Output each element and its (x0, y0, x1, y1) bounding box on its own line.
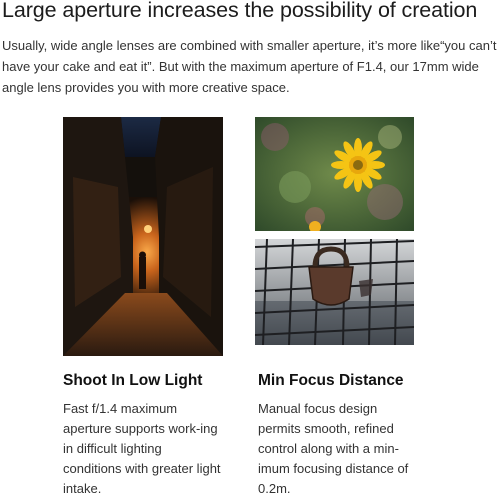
page-headline: Large aperture increases the possibility… (2, 0, 478, 22)
low-light-alley-photo (63, 117, 223, 356)
low-light-title: Shoot In Low Light (63, 372, 203, 389)
padlock-fence-photo (255, 239, 414, 345)
flower-closeup-photo (255, 117, 414, 231)
low-light-description: Fast f/1.4 maximum aperture supports wor… (63, 401, 221, 496)
min-focus-title: Min Focus Distance (258, 372, 404, 389)
intro-paragraph: Usually, wide angle lenses are combined … (2, 38, 497, 95)
min-focus-description: Manual focus design permits smooth, refi… (258, 401, 409, 496)
